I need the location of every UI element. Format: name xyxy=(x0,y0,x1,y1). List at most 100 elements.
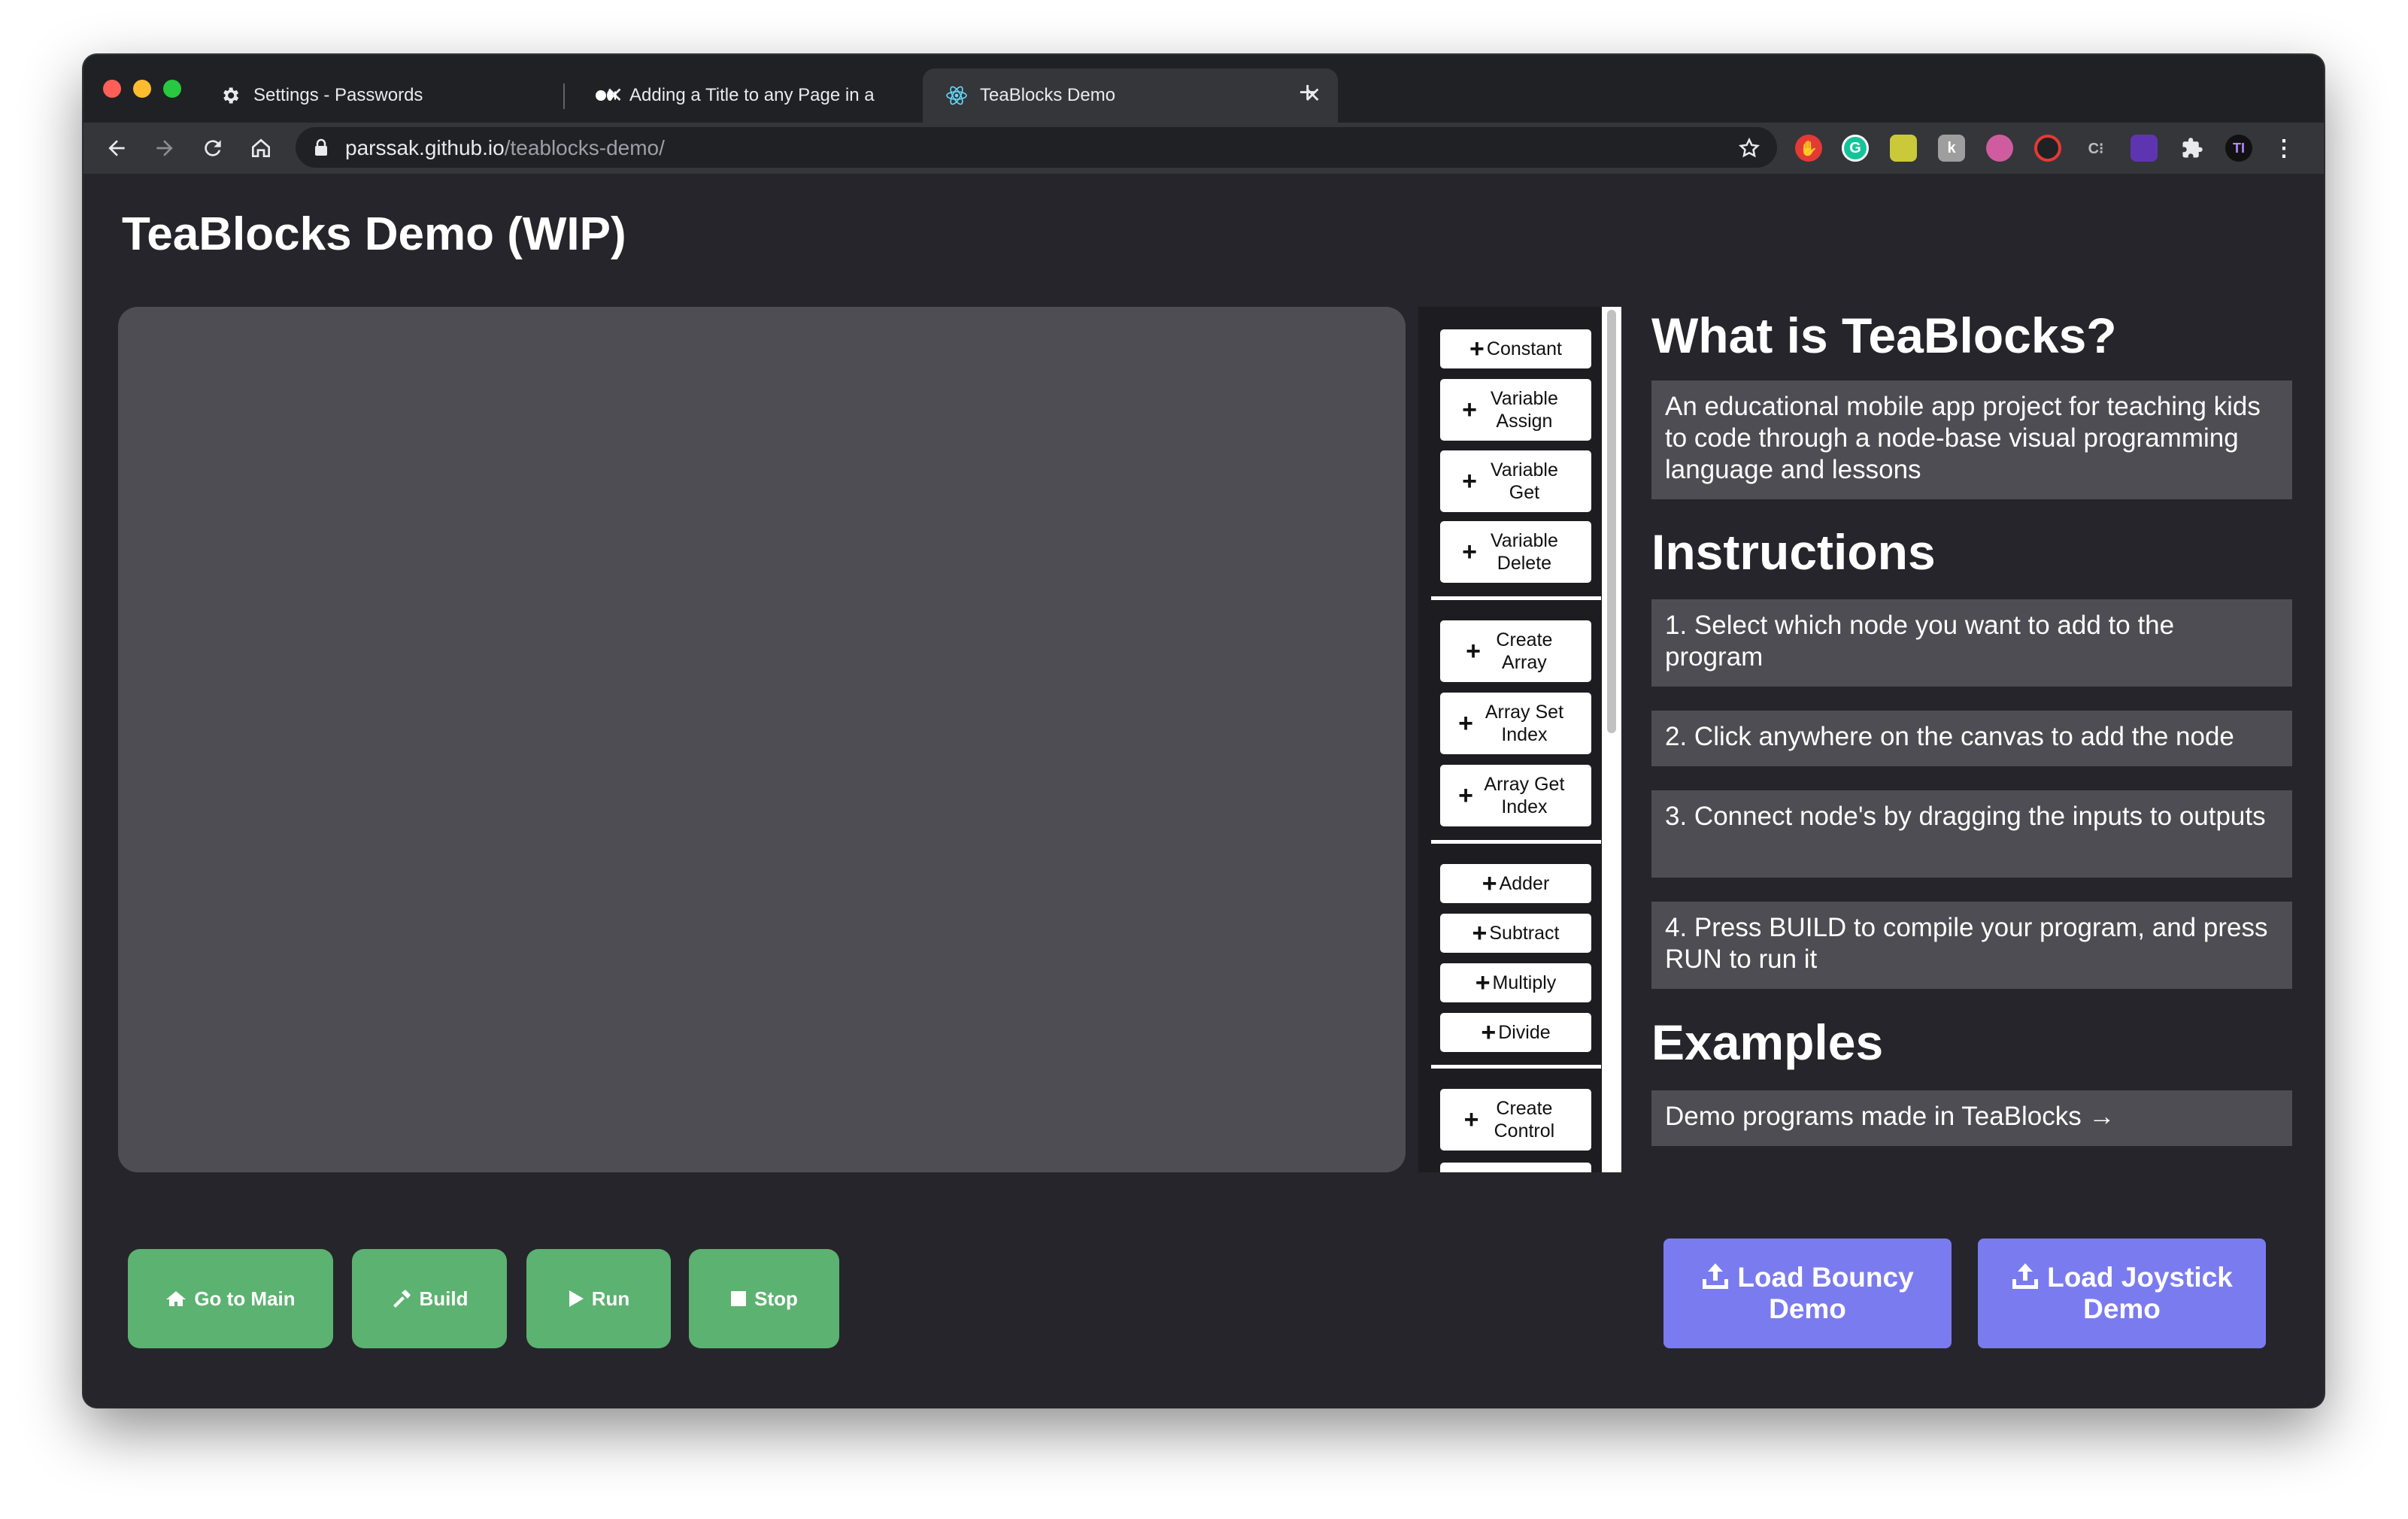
add-create-array-button[interactable]: + Create Array xyxy=(1440,620,1591,682)
examples-link[interactable]: Demo programs made in TeaBlocks → xyxy=(1651,1090,2292,1146)
load-joystick-demo-content: Load Joystick Demo xyxy=(2000,1262,2243,1325)
add-variable-delete-button[interactable]: + Variable Delete xyxy=(1440,521,1591,583)
extension-record-icon[interactable] xyxy=(2034,135,2061,162)
home-button[interactable] xyxy=(244,132,277,165)
url-host: parssak.github.io xyxy=(345,136,505,159)
back-button[interactable] xyxy=(100,132,133,165)
load-joystick-demo-label: Load Joystick Demo xyxy=(2047,1262,2233,1324)
add-subtract-button[interactable]: + Subtract xyxy=(1440,914,1591,953)
palette-button-label: Variable Delete xyxy=(1490,530,1558,574)
back-arrow-icon xyxy=(108,140,125,156)
stop-button[interactable]: Stop xyxy=(689,1249,839,1348)
palette-button-label: Subtract xyxy=(1489,923,1560,944)
build-button[interactable]: Build xyxy=(352,1249,507,1348)
add-array-set-index-button[interactable]: + Array Set Index xyxy=(1440,693,1591,754)
home-icon xyxy=(252,138,270,157)
stop-icon xyxy=(730,1290,747,1307)
profile-avatar[interactable]: TI xyxy=(2225,135,2252,162)
add-array-get-index-button[interactable]: + Array Get Index xyxy=(1440,765,1591,826)
node-canvas[interactable] xyxy=(118,307,1406,1172)
load-bouncy-demo-label: Load Bouncy Demo xyxy=(1737,1262,1914,1324)
load-bouncy-demo-button[interactable]: Load Bouncy Demo xyxy=(1663,1239,1952,1348)
tab-teablocks-demo[interactable]: TeaBlocks Demo ✕ xyxy=(923,68,1338,123)
gear-icon xyxy=(219,84,241,107)
tab-strip: Settings - Passwords ✕ Adding a Title to… xyxy=(83,55,2324,123)
grammarly-icon[interactable]: G xyxy=(1842,135,1869,162)
reload-icon xyxy=(205,140,221,156)
extension-hand-icon[interactable]: ✋ xyxy=(1795,135,1822,162)
extension-cat-icon[interactable] xyxy=(2131,135,2158,162)
plus-icon: + xyxy=(1463,1105,1479,1134)
palette-divider xyxy=(1431,1065,1601,1069)
plus-icon: + xyxy=(1466,637,1481,666)
address-bar[interactable]: parssak.github.io/teablocks-demo/ xyxy=(296,127,1777,168)
extension-c-icon[interactable]: C⁝ xyxy=(2082,135,2109,162)
browser-toolbar: parssak.github.io/teablocks-demo/ ✋ G k … xyxy=(83,123,2324,174)
what-is-heading: What is TeaBlocks? xyxy=(1651,308,2117,363)
plus-icon: + xyxy=(1462,538,1477,566)
instruction-step: 1. Select which node you want to add to … xyxy=(1651,599,2292,687)
add-divide-button[interactable]: + Divide xyxy=(1440,1013,1591,1052)
go-to-main-label: Go to Main xyxy=(194,1287,296,1310)
run-label: Run xyxy=(591,1287,630,1310)
run-button[interactable]: Run xyxy=(526,1249,671,1348)
url-path: /teablocks-demo/ xyxy=(504,136,665,159)
palette-scrollbar[interactable] xyxy=(1602,307,1621,1172)
palette-button-label: Variable Assign xyxy=(1490,388,1558,432)
add-adder-button[interactable]: + Adder xyxy=(1440,864,1591,903)
go-to-main-button[interactable]: Go to Main xyxy=(128,1249,333,1348)
browser-window: Settings - Passwords ✕ Adding a Title to… xyxy=(83,55,2324,1407)
plus-icon: + xyxy=(1458,781,1473,810)
palette-button-partial[interactable] xyxy=(1440,1163,1591,1172)
medium-icon xyxy=(595,84,617,107)
node-palette[interactable]: + Constant + Variable Assign + Variable Get… xyxy=(1418,307,1621,1172)
add-create-control-button[interactable]: + Create Control xyxy=(1440,1089,1591,1151)
upload-icon xyxy=(1703,1263,1729,1289)
extension-face-icon[interactable] xyxy=(1986,135,2013,162)
plus-icon: + xyxy=(1472,919,1488,947)
home-icon xyxy=(165,1290,187,1308)
react-icon xyxy=(945,84,968,107)
instruction-step: 3. Connect node's by dragging the inputs… xyxy=(1651,790,2292,878)
palette-button-label: Adder xyxy=(1499,873,1550,894)
stop-label: Stop xyxy=(754,1287,798,1310)
tab-title: Adding a Title to any Page in a xyxy=(629,85,875,105)
palette-button-label: Create Array xyxy=(1496,629,1553,673)
close-window-button[interactable] xyxy=(103,80,121,98)
palette-button-label: Create Control xyxy=(1494,1098,1555,1142)
extension-note-icon[interactable] xyxy=(1890,135,1917,162)
maximize-window-button[interactable] xyxy=(163,80,181,98)
palette-button-label: Variable Get xyxy=(1490,459,1558,503)
url-text: parssak.github.io/teablocks-demo/ xyxy=(345,136,665,160)
load-bouncy-demo-content: Load Bouncy Demo xyxy=(1686,1262,1929,1325)
plus-icon: + xyxy=(1481,869,1497,898)
extension-k-icon[interactable]: k xyxy=(1938,135,1965,162)
plus-icon: + xyxy=(1462,467,1477,496)
forward-arrow-icon xyxy=(156,140,173,156)
instruction-step: 4. Press BUILD to compile your program, … xyxy=(1651,902,2292,989)
examples-heading: Examples xyxy=(1651,1014,1884,1070)
add-multiply-button[interactable]: + Multiply xyxy=(1440,963,1591,1002)
palette-button-label: Array Set Index xyxy=(1485,702,1564,745)
palette-scrollbar-thumb[interactable] xyxy=(1607,310,1616,733)
minimize-window-button[interactable] xyxy=(133,80,151,98)
load-joystick-demo-button[interactable]: Load Joystick Demo xyxy=(1978,1239,2266,1348)
add-variable-assign-button[interactable]: + Variable Assign xyxy=(1440,379,1591,441)
plus-icon: + xyxy=(1481,1018,1497,1047)
page-content: TeaBlocks Demo (WIP) + Constant + Variable… xyxy=(83,174,2324,1407)
extensions-puzzle-icon[interactable] xyxy=(2179,135,2206,162)
hammer-icon xyxy=(391,1288,412,1309)
forward-button[interactable] xyxy=(148,132,181,165)
lock-icon xyxy=(315,138,327,156)
browser-menu-icon[interactable]: ⋮ xyxy=(2270,135,2297,162)
add-variable-get-button[interactable]: + Variable Get xyxy=(1440,450,1591,512)
reload-button[interactable] xyxy=(196,132,229,165)
plus-icon: + xyxy=(1469,335,1485,363)
bookmark-star-icon[interactable] xyxy=(1738,137,1761,159)
add-constant-button[interactable]: + Constant xyxy=(1440,329,1591,368)
build-label: Build xyxy=(419,1287,469,1310)
new-tab-button[interactable]: + xyxy=(1299,77,1316,108)
play-icon xyxy=(568,1290,584,1308)
what-is-text: An educational mobile app project for te… xyxy=(1651,381,2292,499)
palette-divider xyxy=(1431,596,1601,600)
